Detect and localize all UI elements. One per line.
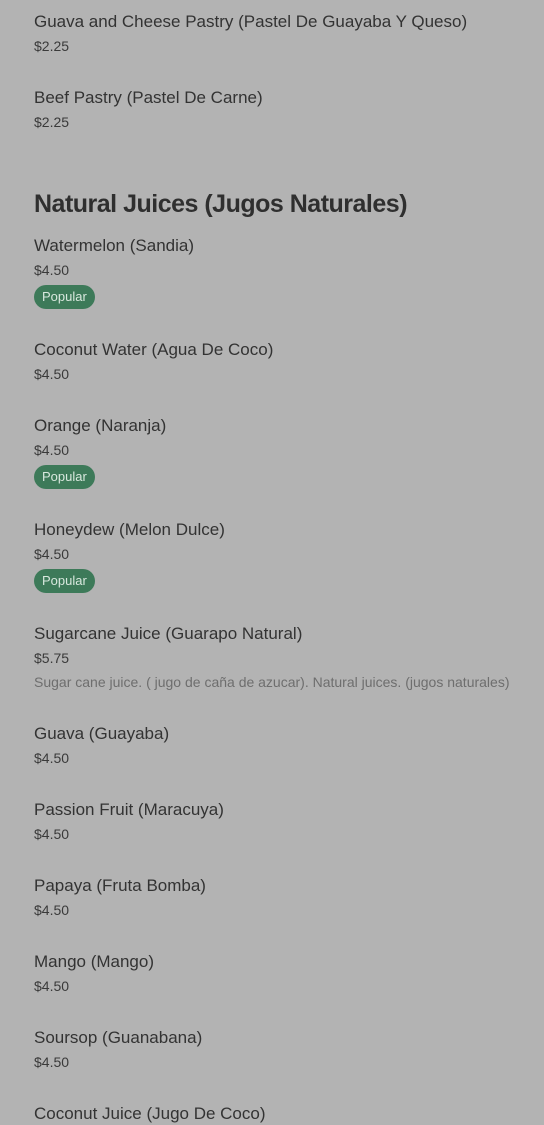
item-name: Passion Fruit (Maracuya) [34, 800, 224, 819]
menu-item[interactable]: Passion Fruit (Maracuya) $4.50 [34, 799, 534, 843]
item-price: $4.50 [34, 902, 70, 918]
item-price: $4.50 [34, 978, 70, 994]
item-name: Soursop (Guanabana) [34, 1028, 203, 1047]
menu-item[interactable]: Soursop (Guanabana) $4.50 [34, 1027, 534, 1071]
item-price: $4.50 [34, 442, 70, 458]
popular-badge: Popular [34, 465, 95, 489]
item-price: $2.25 [34, 114, 70, 130]
menu-item[interactable]: Coconut Water (Agua De Coco) $4.50 [34, 339, 534, 383]
item-name: Honeydew (Melon Dulce) [34, 520, 225, 539]
menu-item[interactable]: Guava (Guayaba) $4.50 [34, 723, 534, 767]
item-price: $4.50 [34, 1054, 70, 1070]
item-name: Beef Pastry (Pastel De Carne) [34, 88, 263, 107]
item-name: Orange (Naranja) [34, 416, 167, 435]
item-price: $4.50 [34, 826, 70, 842]
menu-item[interactable]: Sugarcane Juice (Guarapo Natural) $5.75 … [34, 623, 534, 691]
item-name: Papaya (Fruta Bomba) [34, 876, 206, 895]
section-title: Natural Juices (Jugos Naturales) [34, 190, 408, 218]
item-name: Watermelon (Sandia) [34, 236, 194, 255]
menu-item[interactable]: Watermelon (Sandia) $4.50 Popular [34, 235, 534, 309]
popular-badge: Popular [34, 285, 95, 309]
popular-badge: Popular [34, 569, 95, 593]
item-price: $2.25 [34, 38, 70, 54]
menu-item[interactable]: Orange (Naranja) $4.50 Popular [34, 415, 534, 489]
item-name: Coconut Juice (Jugo De Coco) [34, 1104, 266, 1123]
item-name: Coconut Water (Agua De Coco) [34, 340, 274, 359]
item-name: Sugarcane Juice (Guarapo Natural) [34, 624, 303, 643]
menu-item[interactable]: Papaya (Fruta Bomba) $4.50 [34, 875, 534, 919]
item-price: $4.50 [34, 750, 70, 766]
menu-item[interactable]: Honeydew (Melon Dulce) $4.50 Popular [34, 519, 534, 593]
menu-item[interactable]: Beef Pastry (Pastel De Carne) $2.25 [34, 87, 534, 131]
menu-item[interactable]: Coconut Juice (Jugo De Coco) [34, 1103, 534, 1125]
item-price: $4.50 [34, 546, 70, 562]
item-name: Guava and Cheese Pastry (Pastel De Guaya… [34, 12, 468, 31]
menu-item[interactable]: Mango (Mango) $4.50 [34, 951, 534, 995]
item-description: Sugar cane juice. ( jugo de caña de azuc… [34, 674, 510, 690]
item-name: Mango (Mango) [34, 952, 155, 971]
item-price: $5.75 [34, 650, 70, 666]
item-price: $4.50 [34, 262, 70, 278]
item-price: $4.50 [34, 366, 70, 382]
menu-item[interactable]: Guava and Cheese Pastry (Pastel De Guaya… [34, 11, 534, 55]
item-name: Guava (Guayaba) [34, 724, 170, 743]
